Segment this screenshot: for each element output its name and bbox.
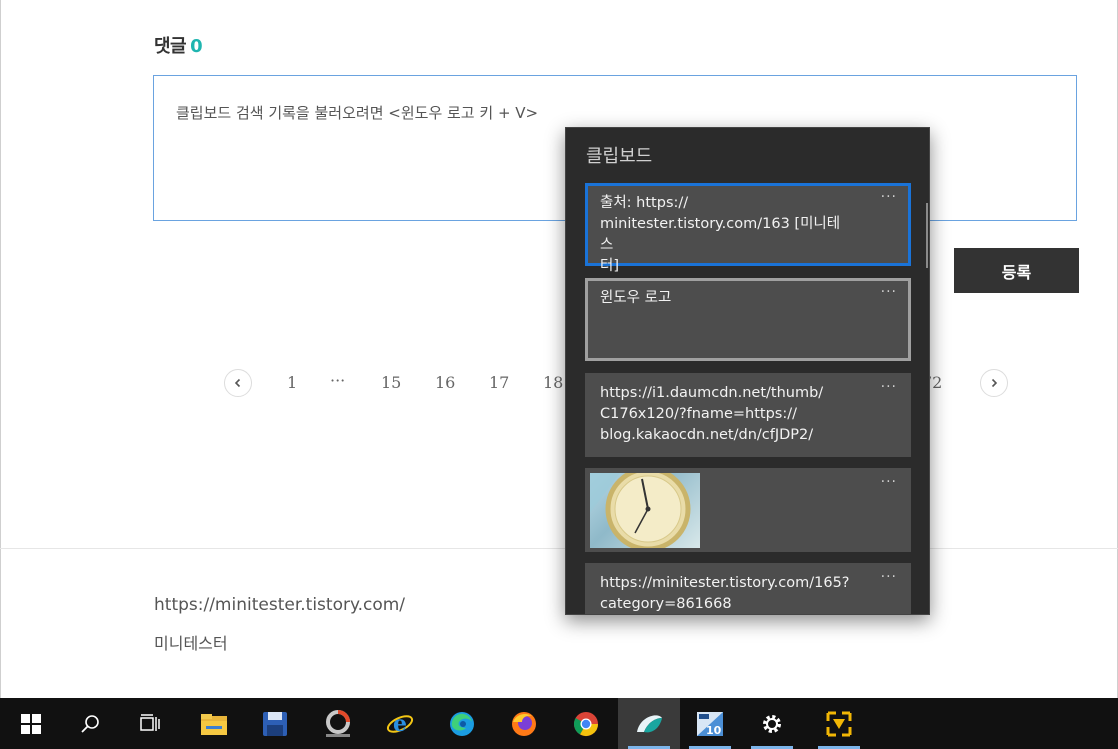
taskbar-calculator-app[interactable]: 10 <box>679 698 741 749</box>
footer-divider <box>0 548 1118 549</box>
taskbar-settings[interactable] <box>741 698 803 749</box>
clock-image <box>590 473 700 548</box>
photoscape-icon <box>326 709 350 737</box>
start-button[interactable] <box>0 698 62 749</box>
app-badge: 10 <box>706 724 722 737</box>
clipboard-scrollbar[interactable] <box>926 203 928 268</box>
clock-illustration <box>590 473 691 548</box>
clipboard-item-text: 출처: https:// minitester.tistory.com/163 … <box>600 195 841 274</box>
task-view-icon <box>140 713 160 731</box>
taskbar-chrome[interactable] <box>555 698 617 749</box>
chrome-icon <box>573 711 598 736</box>
clipboard-item[interactable]: 윈도우 로고 ··· <box>585 278 911 361</box>
settings-gear-icon <box>763 714 781 733</box>
comments-heading: 댓글 0 <box>154 32 203 58</box>
clipboard-item[interactable]: 출처: https:// minitester.tistory.com/163 … <box>585 183 911 274</box>
footer-blog-name: 미니테스터 <box>154 634 228 653</box>
taskbar-file-explorer[interactable] <box>183 698 245 749</box>
footer-blog-url[interactable]: https://minitester.tistory.com/ <box>154 595 405 615</box>
task-view-button[interactable] <box>119 698 181 749</box>
page: 댓글 0 클립보드 검색 기록을 불러오려면 <윈도우 로고 키 + V> 등록 … <box>0 0 1118 749</box>
chevron-right-icon <box>991 378 998 388</box>
page-link-16[interactable]: 16 <box>435 373 455 392</box>
page-link-18[interactable]: 18 <box>543 373 563 392</box>
chevron-left-icon <box>234 378 241 388</box>
clipboard-item-more-button[interactable]: ··· <box>881 282 897 303</box>
taskbar-save-app[interactable] <box>244 698 306 749</box>
firefox-icon <box>512 711 536 736</box>
pagination-prev-button[interactable] <box>224 369 252 397</box>
edge-icon <box>450 711 474 736</box>
file-explorer-icon <box>201 713 227 735</box>
page-left-border <box>0 0 1 698</box>
comment-text: 클립보드 검색 기록을 불러오려면 <윈도우 로고 키 + V> <box>176 104 539 122</box>
taskbar-network-app[interactable] <box>808 698 870 749</box>
clipboard-item-more-button[interactable]: ··· <box>881 567 897 588</box>
pagination-next-button[interactable] <box>980 369 1008 397</box>
network-app-icon <box>826 711 852 736</box>
clipboard-item-more-button[interactable]: ··· <box>881 472 897 493</box>
clipboard-item[interactable]: ··· <box>585 468 911 552</box>
save-disk-icon <box>263 711 287 736</box>
clipboard-item-text: 윈도우 로고 <box>600 290 672 306</box>
taskbar-active-app[interactable] <box>618 698 680 749</box>
svg-text:e: e <box>393 711 407 737</box>
taskbar: e 10 <box>0 698 1118 749</box>
taskbar-search-button[interactable] <box>59 698 121 749</box>
page-link-1[interactable]: 1 <box>287 373 297 392</box>
clipboard-item-text: https://i1.daumcdn.net/thumb/ C176x120/?… <box>600 385 824 443</box>
windows-start-icon <box>21 713 41 734</box>
internet-explorer-icon: e <box>386 711 414 737</box>
snipping-app-icon <box>637 714 662 732</box>
search-icon <box>81 714 99 733</box>
taskbar-internet-explorer[interactable]: e <box>369 698 431 749</box>
clipboard-item-text: https://minitester.tistory.com/165? cate… <box>600 575 850 612</box>
comments-count: 0 <box>190 36 203 57</box>
clipboard-item-more-button[interactable]: ··· <box>881 377 897 398</box>
page-link-15[interactable]: 15 <box>381 373 401 392</box>
taskbar-firefox[interactable] <box>493 698 555 749</box>
page-ellipsis: ··· <box>330 371 346 390</box>
clipboard-history-panel: 클립보드 출처: https:// minitester.tistory.com… <box>565 127 930 615</box>
clipboard-title: 클립보드 <box>586 146 653 167</box>
clipboard-item[interactable]: https://minitester.tistory.com/165? cate… <box>585 563 911 614</box>
clipboard-item-more-button[interactable]: ··· <box>881 187 897 208</box>
page-link-17[interactable]: 17 <box>489 373 509 392</box>
taskbar-edge[interactable] <box>431 698 493 749</box>
comments-title: 댓글 <box>154 36 187 57</box>
clipboard-item[interactable]: https://i1.daumcdn.net/thumb/ C176x120/?… <box>585 373 911 457</box>
submit-comment-button[interactable]: 등록 <box>954 248 1079 293</box>
taskbar-photoscape[interactable] <box>307 698 369 749</box>
